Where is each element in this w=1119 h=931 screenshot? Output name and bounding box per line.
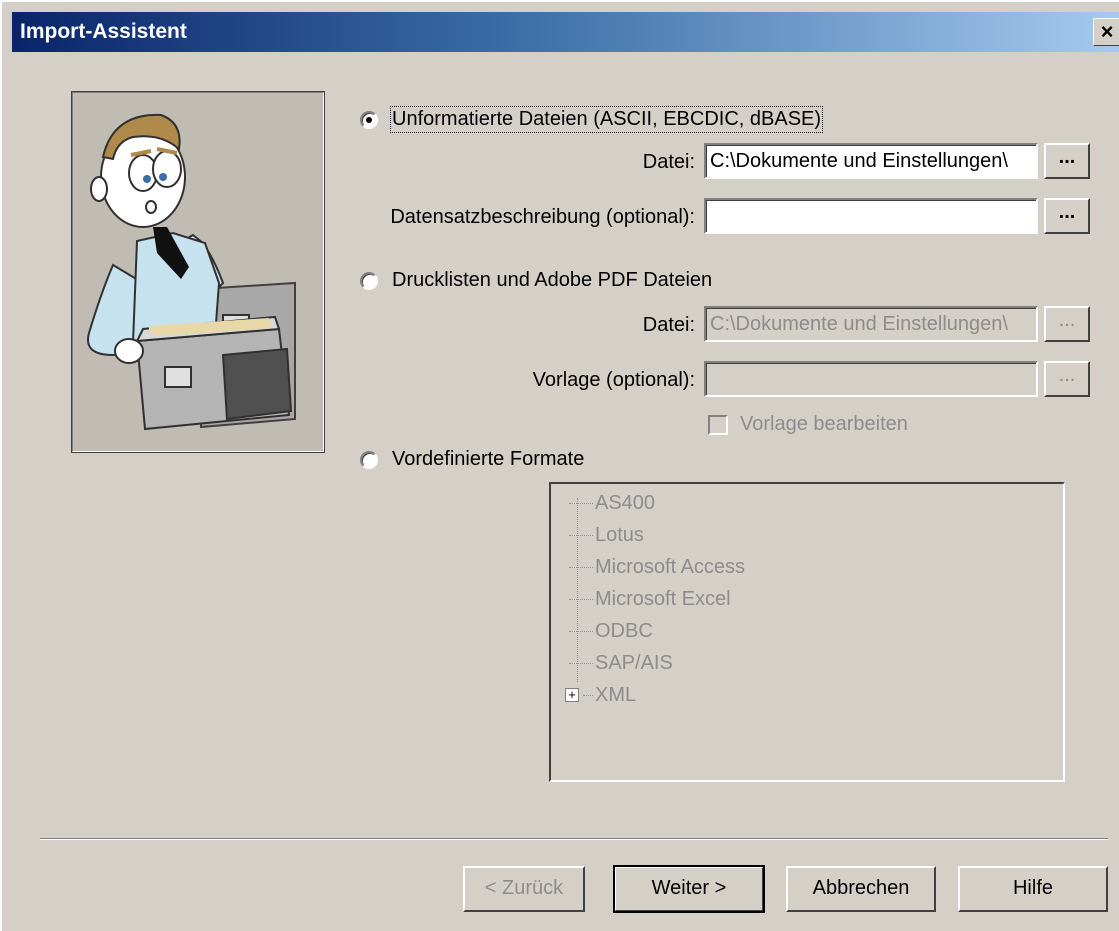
tree-branch	[569, 630, 593, 632]
record-description-input[interactable]	[704, 198, 1038, 234]
close-icon: ×	[1100, 19, 1114, 44]
tree-item-excel[interactable]: Microsoft Excel	[569, 584, 731, 614]
next-button[interactable]: Weiter >	[613, 865, 765, 913]
radio-printlists-label: Drucklisten und Adobe PDF Dateien	[392, 269, 713, 291]
radio-unformatted-label: Unformatierte Dateien (ASCII, EBCDIC, dB…	[389, 106, 824, 133]
tree-branch	[569, 566, 593, 568]
radio-printlists-button[interactable]	[360, 271, 378, 290]
illustration-graphic	[87, 113, 296, 431]
tree-item-as400[interactable]: AS400	[569, 488, 655, 518]
tree-item-label: AS400	[595, 492, 656, 514]
window-title: Import-Assistent	[20, 20, 187, 43]
printlists-file-input[interactable]: C:\Dokumente und Einstellungen\	[704, 306, 1038, 342]
tree-item-label: XML	[595, 684, 637, 706]
tree-item-odbc[interactable]: ODBC	[569, 616, 653, 646]
tree-item-lotus[interactable]: Lotus	[569, 520, 644, 550]
tree-item-access[interactable]: Microsoft Access	[569, 552, 745, 582]
printlists-file-label: Datei:	[642, 314, 695, 336]
tree-item-label: SAP/AIS	[595, 652, 673, 674]
edit-template-label: Vorlage bearbeiten	[740, 413, 908, 435]
radio-unformatted-button[interactable]	[360, 110, 378, 129]
import-wizard-window: Import-Assistent × Unformatierte Dateien…	[0, 0, 1119, 931]
printlists-file-browse-button[interactable]: ...	[1044, 306, 1090, 342]
help-button[interactable]: Hilfe	[958, 866, 1108, 912]
tree-item-label: Microsoft Excel	[595, 588, 731, 610]
edit-template-checkbox[interactable]	[708, 414, 728, 435]
radio-predefined-button[interactable]	[360, 450, 378, 469]
unformatted-file-browse-button[interactable]: ...	[1044, 143, 1090, 179]
record-description-browse-button[interactable]: ...	[1044, 198, 1090, 234]
back-button[interactable]: < Zurück	[463, 866, 585, 912]
cancel-button[interactable]: Abbrechen	[786, 866, 936, 912]
tree-branch	[569, 534, 593, 536]
tree-branch	[569, 502, 593, 504]
tree-item-xml[interactable]: + XML	[565, 680, 637, 710]
template-input[interactable]	[704, 361, 1038, 397]
tree-branch	[569, 662, 593, 664]
predefined-formats-tree[interactable]: AS400 Lotus Microsoft Access Microsoft E…	[549, 482, 1065, 782]
title-bar[interactable]: Import-Assistent ×	[12, 12, 1119, 52]
radio-predefined-label: Vordefinierte Formate	[392, 448, 585, 470]
radio-printlists[interactable]: Drucklisten und Adobe PDF Dateien	[360, 269, 712, 292]
plus-icon[interactable]: +	[565, 688, 579, 702]
record-description-label: Datensatzbeschreibung (optional):	[390, 206, 695, 228]
template-label: Vorlage (optional):	[532, 369, 695, 391]
template-browse-button[interactable]: ...	[1044, 361, 1090, 397]
unformatted-file-label: Datei:	[642, 151, 695, 173]
close-button[interactable]: ×	[1093, 18, 1119, 46]
radio-predefined[interactable]: Vordefinierte Formate	[360, 448, 584, 471]
tree-branch	[583, 694, 593, 696]
edit-template-checkbox-row[interactable]: Vorlage bearbeiten	[708, 413, 908, 436]
tree-item-label: ODBC	[595, 620, 653, 642]
radio-unformatted[interactable]: Unformatierte Dateien (ASCII, EBCDIC, dB…	[360, 106, 824, 133]
tree-item-label: Lotus	[595, 524, 644, 546]
file-cabinet-man-illustration	[71, 91, 325, 453]
tree-item-sap-ais[interactable]: SAP/AIS	[569, 648, 673, 678]
footer-separator	[40, 838, 1108, 840]
unformatted-file-input[interactable]: C:\Dokumente und Einstellungen\	[704, 143, 1038, 179]
tree-item-label: Microsoft Access	[595, 556, 746, 578]
tree-branch	[569, 598, 593, 600]
